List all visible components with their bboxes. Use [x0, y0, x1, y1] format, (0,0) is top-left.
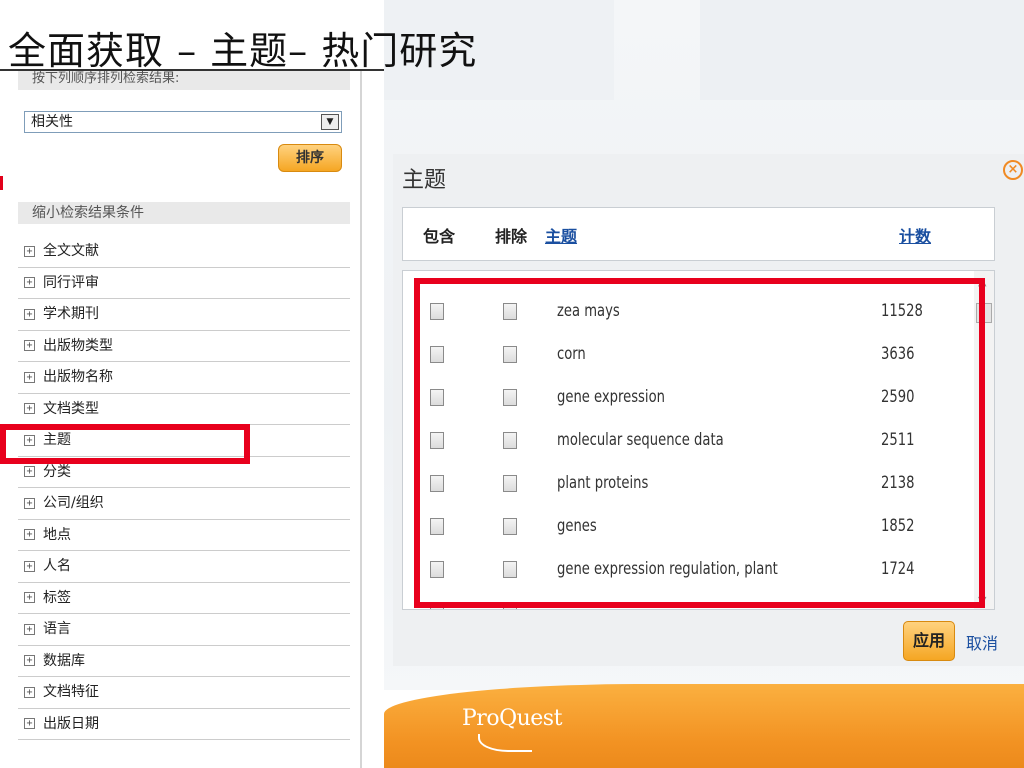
background-block: [700, 0, 1024, 100]
col-exclude-label: 排除: [495, 227, 528, 246]
facet-item[interactable]: + 出版物类型: [18, 331, 350, 362]
expand-icon[interactable]: +: [24, 686, 35, 698]
sort-by-subject-link[interactable]: 主题: [545, 223, 577, 247]
slide-marker: [0, 176, 3, 190]
narrow-results-header: 缩小检索结果条件: [18, 202, 350, 224]
proquest-logo: ProQuest: [462, 706, 562, 731]
facet-label: 同行评审: [43, 274, 99, 291]
chevron-down-icon[interactable]: ▼: [321, 114, 339, 130]
facet-item[interactable]: + 文档特征: [18, 677, 350, 709]
facet-label: 学术期刊: [43, 306, 99, 322]
apply-button[interactable]: 应用: [903, 621, 955, 661]
facet-item[interactable]: + 全文文献: [18, 236, 350, 268]
close-icon[interactable]: ×: [1003, 160, 1023, 180]
expand-icon[interactable]: +: [24, 560, 35, 572]
cancel-link[interactable]: 取消: [966, 630, 998, 654]
expand-icon[interactable]: +: [24, 592, 35, 603]
facet-item[interactable]: + 数据库: [18, 646, 350, 677]
facet-label: 文档类型: [43, 400, 99, 417]
facet-item[interactable]: + 公司/组织: [18, 488, 350, 520]
facet-label: 全文文献: [43, 243, 99, 259]
facet-label: 出版物名称: [43, 369, 113, 385]
expand-icon[interactable]: +: [24, 277, 35, 288]
expand-icon[interactable]: +: [24, 529, 35, 540]
facet-label: 分类: [43, 463, 71, 480]
facet-item[interactable]: + 出版日期: [18, 709, 350, 740]
facet-label: 语言: [43, 621, 71, 637]
expand-icon[interactable]: +: [24, 623, 35, 635]
expand-icon[interactable]: +: [24, 497, 35, 509]
sort-by-count-link[interactable]: 计数: [899, 223, 931, 247]
facet-item[interactable]: + 学术期刊: [18, 299, 350, 331]
expand-icon[interactable]: +: [24, 340, 35, 351]
facet-item[interactable]: + 人名: [18, 551, 350, 583]
facet-item[interactable]: + 文档类型: [18, 394, 350, 425]
expand-icon[interactable]: +: [24, 655, 35, 666]
slide-title: 全面获取 – 主题– 热门研究: [8, 29, 478, 73]
facet-list: + 全文文献 + 同行评审 + 学术期刊 + 出版物类型 + 出版物名称 + 文档类型 + 主题 + 分类 + 公…: [18, 236, 350, 740]
expand-icon[interactable]: +: [24, 308, 35, 320]
facet-label: 人名: [43, 558, 71, 574]
title-underline: [0, 69, 384, 71]
facet-item[interactable]: + 出版物名称: [18, 362, 350, 394]
facet-label: 数据库: [43, 652, 85, 669]
facet-label: 地点: [43, 526, 71, 543]
facet-item[interactable]: + 语言: [18, 614, 350, 646]
expand-icon[interactable]: +: [24, 466, 35, 477]
facet-label: 出版物类型: [43, 337, 113, 354]
results-sidebar: 按下列顺序排列检索结果: 相关性 ▼ 排序 缩小检索结果条件 + 全文文献 + 同行评…: [2, 70, 362, 768]
sort-select-value: 相关性: [31, 114, 73, 130]
highlight-subject-facet: [0, 424, 250, 464]
highlight-subject-list: [414, 278, 985, 608]
facet-label: 文档特征: [43, 684, 99, 700]
facet-label: 公司/组织: [43, 495, 104, 511]
facet-item[interactable]: + 地点: [18, 520, 350, 551]
expand-icon[interactable]: +: [24, 245, 35, 257]
expand-icon[interactable]: +: [24, 718, 35, 729]
facet-label: 出版日期: [43, 715, 99, 732]
sort-select[interactable]: 相关性 ▼: [24, 111, 342, 133]
sort-button[interactable]: 排序: [278, 144, 342, 172]
expand-icon[interactable]: +: [24, 371, 35, 383]
dialog-column-header: 包含 排除 主题 计数: [402, 207, 995, 261]
facet-label: 标签: [43, 589, 71, 606]
expand-icon[interactable]: +: [24, 403, 35, 414]
facet-item[interactable]: + 同行评审: [18, 268, 350, 299]
col-include-label: 包含: [423, 227, 456, 246]
dialog-title: 主题: [402, 168, 447, 193]
facet-item[interactable]: + 标签: [18, 583, 350, 614]
